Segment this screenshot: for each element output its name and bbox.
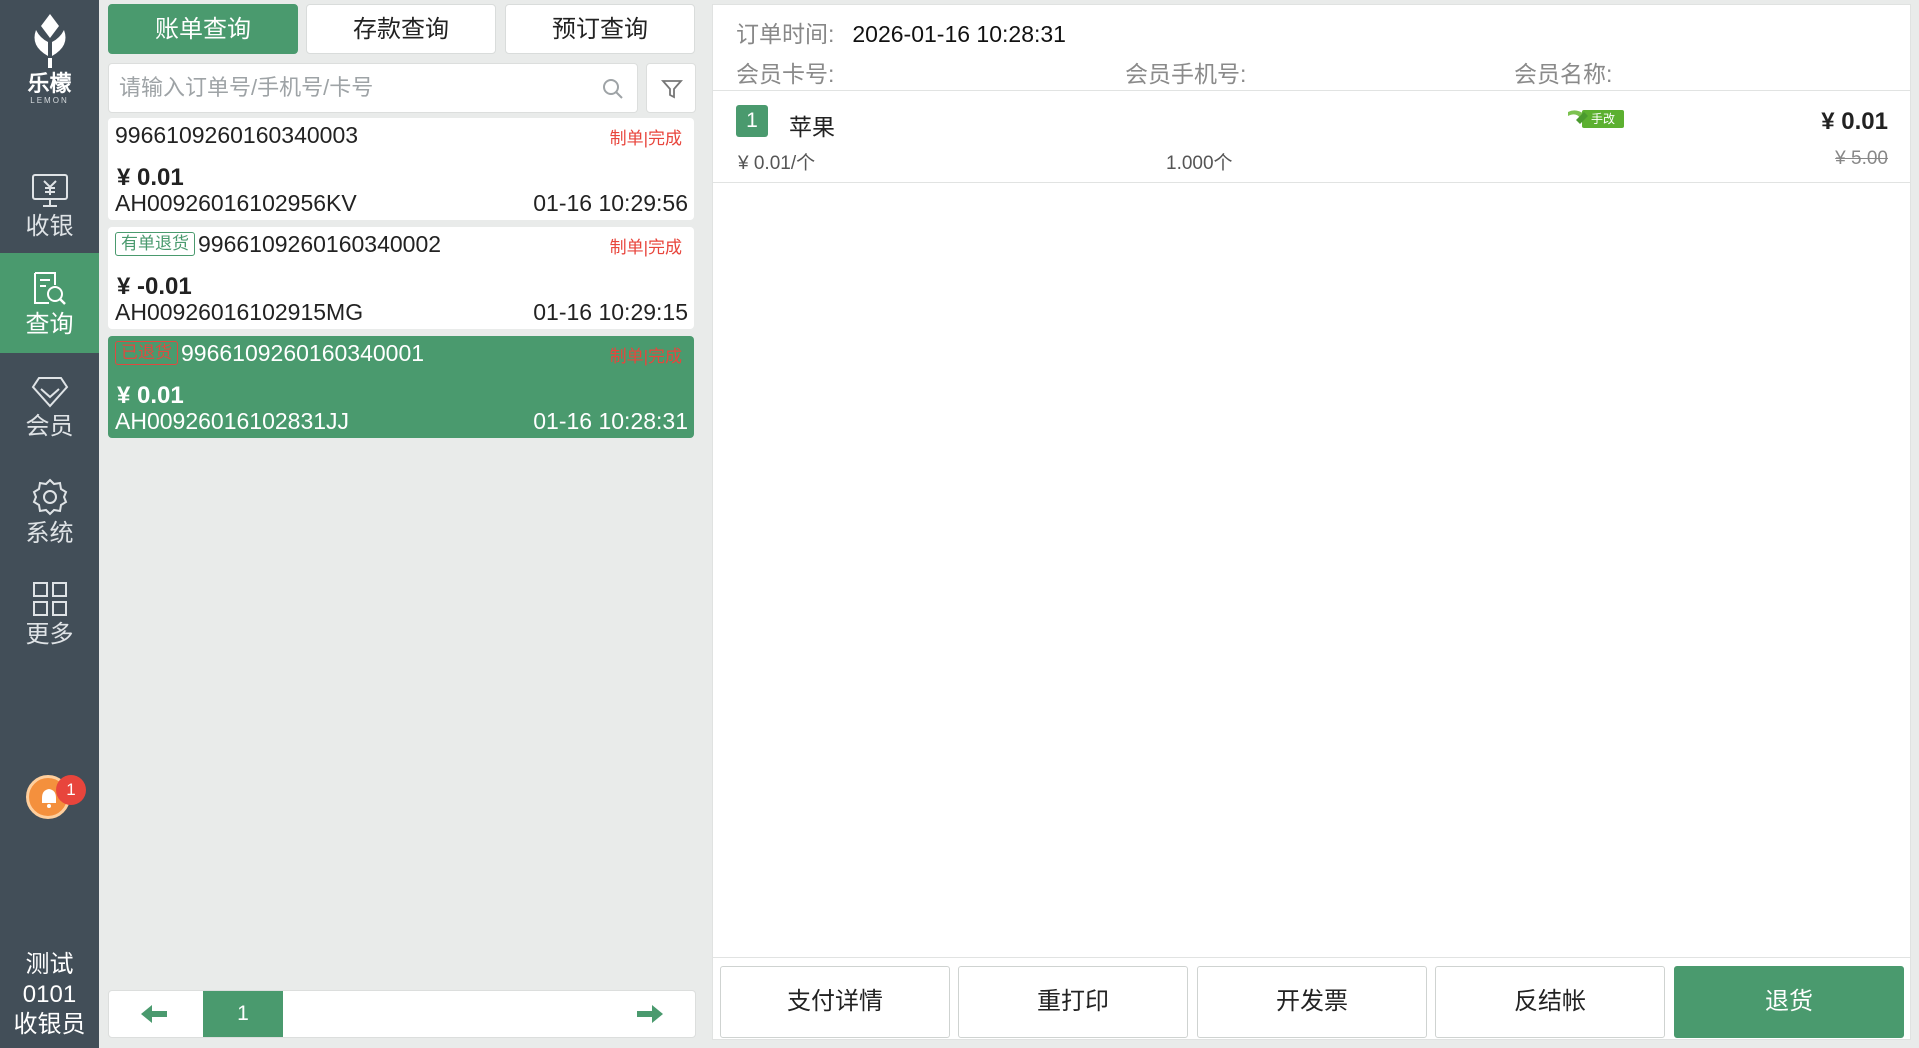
filter-button[interactable] [646, 63, 696, 113]
nav-label-system: 系统 [25, 520, 74, 547]
reverse-checkout-button[interactable]: 反结帐 [1435, 966, 1665, 1038]
brand-logo: 乐檬 LEMON [0, 12, 99, 106]
nav-label-query: 查询 [25, 311, 74, 338]
manual-price-flag: 手改 [1566, 106, 1626, 135]
nav-item-query[interactable]: 查询 [0, 253, 99, 353]
cashier-icon [31, 174, 68, 207]
order-code: AH00926016102915MG [115, 299, 364, 325]
order-time: 01-16 10:29:56 [533, 190, 688, 216]
payment-details-button[interactable]: 支付详情 [720, 966, 950, 1038]
item-index: 1 [736, 105, 768, 137]
member-phone-label: 会员手机号: [1125, 61, 1247, 87]
order-number: 9966109260160340001 [181, 339, 425, 366]
prev-page-arrow-icon[interactable] [139, 1003, 169, 1025]
order-card[interactable]: 有单退货 9966109260160340002 制单|完成 ¥ -0.01 A… [108, 227, 694, 329]
order-time-row: 订单时间: 2026-01-16 10:28:31 [736, 15, 1066, 49]
item-unit-price: ¥ 0.01/个 [738, 153, 816, 174]
order-amount: ¥ 0.01 [117, 382, 184, 409]
order-status: 制单|完成 [609, 238, 682, 257]
order-time: 01-16 10:28:31 [533, 408, 688, 434]
user-info[interactable]: 测试0101 收银员 [0, 950, 99, 1040]
tab-bill-query[interactable]: 账单查询 [108, 4, 298, 54]
order-item-row[interactable]: 1 苹果 手改 ¥ 0.01 ¥ 0.01/个 1.000个 ¥ 5.00 [713, 90, 1910, 182]
returned-tag: 已退货 [115, 341, 178, 365]
item-original-price: ¥ 5.00 [1835, 148, 1888, 169]
tab-reservation-query[interactable]: 预订查询 [505, 4, 695, 54]
order-number: 9966109260160340003 [115, 121, 359, 148]
nav-label-cashier: 收银 [25, 213, 74, 240]
return-tag: 有单退货 [115, 232, 195, 256]
manual-edit-icon: 手改 [1568, 110, 1624, 128]
brand-name-en: LEMON [30, 96, 69, 105]
search-icon[interactable] [601, 77, 625, 101]
current-page[interactable]: 1 [203, 991, 283, 1037]
next-page-arrow-icon[interactable] [635, 1003, 665, 1025]
search-input[interactable] [109, 64, 589, 112]
divider [713, 182, 1910, 183]
order-time-value: 2026-01-16 10:28:31 [852, 21, 1066, 47]
pagination: 1 [108, 990, 696, 1038]
order-card[interactable]: 9966109260160340003 制单|完成 ¥ 0.01 AH00926… [108, 118, 694, 220]
item-quantity: 1.000个 [1166, 153, 1233, 174]
filter-icon [661, 80, 683, 99]
grid-icon [32, 582, 67, 616]
nav-item-system[interactable]: 系统 [0, 460, 99, 560]
brand-name: 乐檬 [27, 71, 72, 96]
search-box [108, 63, 638, 113]
user-role: 收银员 [13, 1011, 86, 1038]
order-code: AH00926016102956KV [115, 190, 357, 216]
tab-deposit-query[interactable]: 存款查询 [306, 4, 496, 54]
sidebar: 乐檬 LEMON 收银 查询 会员 系统 更多 1 测试0101 收银员 [0, 0, 99, 1048]
member-icon [31, 377, 68, 408]
order-code: AH00926016102831JJ [115, 408, 350, 434]
nav-item-cashier[interactable]: 收银 [0, 155, 99, 255]
member-card-label: 会员卡号: [736, 61, 835, 87]
nav-label-more: 更多 [25, 621, 74, 648]
item-name: 苹果 [789, 114, 835, 140]
manual-flag-label: 手改 [1591, 112, 1615, 126]
return-goods-button[interactable]: 退货 [1674, 966, 1904, 1038]
lemon-logo-icon [34, 14, 65, 68]
order-time-label: 订单时间: [736, 21, 835, 47]
member-name-label: 会员名称: [1514, 61, 1613, 87]
order-amount: ¥ -0.01 [117, 273, 192, 300]
query-icon [33, 272, 66, 305]
query-tabs: 账单查询 存款查询 预订查询 [108, 4, 696, 54]
order-time: 01-16 10:29:15 [533, 299, 688, 325]
issue-invoice-button[interactable]: 开发票 [1197, 966, 1427, 1038]
order-card-selected[interactable]: 已退货 9966109260160340001 制单|完成 ¥ 0.01 AH0… [108, 336, 694, 438]
reprint-button[interactable]: 重打印 [958, 966, 1188, 1038]
order-detail-panel: 订单时间: 2026-01-16 10:28:31 会员卡号: 会员手机号: 会员… [712, 4, 1911, 1040]
item-price: ¥ 0.01 [1821, 108, 1888, 135]
nav-item-member[interactable]: 会员 [0, 357, 99, 457]
nav-item-more[interactable]: 更多 [0, 563, 99, 663]
nav-label-member: 会员 [25, 413, 74, 440]
order-amount: ¥ 0.01 [117, 164, 184, 191]
order-status: 制单|完成 [609, 129, 682, 148]
order-number: 9966109260160340002 [198, 230, 442, 257]
notification-badge: 1 [56, 775, 86, 805]
gear-icon [32, 478, 67, 516]
user-name: 测试0101 [22, 951, 77, 1008]
action-bar: 支付详情 重打印 开发票 反结帐 退货 [713, 957, 1910, 1039]
order-status: 制单|完成 [609, 347, 682, 366]
